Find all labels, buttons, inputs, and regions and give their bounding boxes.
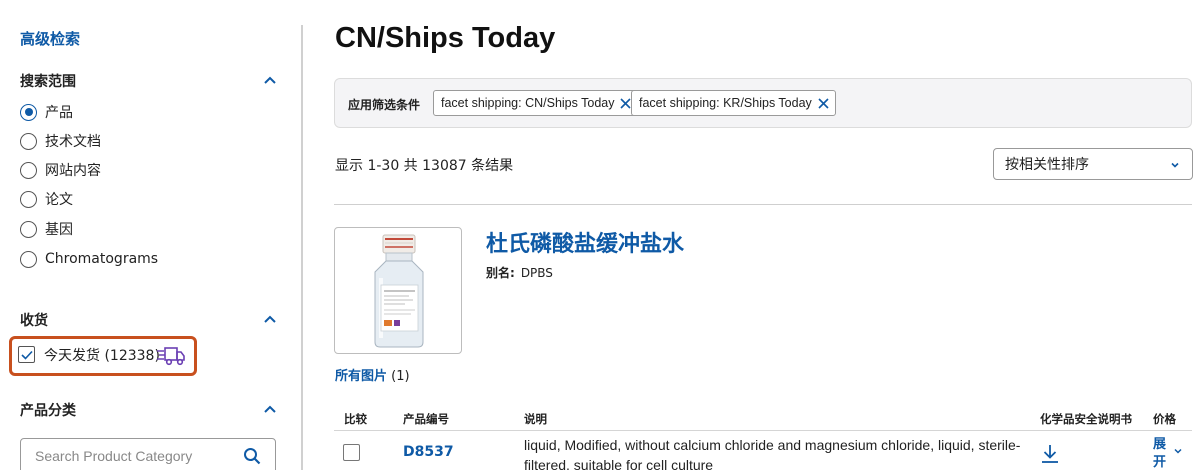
chevron-down-icon (1171, 162, 1179, 168)
product-image[interactable] (334, 227, 462, 354)
scope-option-label: 论文 (45, 192, 73, 208)
scope-option-technical-docs[interactable]: 技术文档 (20, 130, 101, 152)
ships-today-label[interactable]: 今天发货 (12338) (44, 345, 160, 365)
search-icon[interactable] (243, 447, 261, 465)
chevron-up-icon[interactable] (262, 72, 278, 88)
filter-chip: facet shipping: CN/Ships Today (433, 90, 639, 116)
all-images-count: (1) (391, 369, 410, 384)
filter-chip-label: facet shipping: CN/Ships Today (441, 96, 615, 110)
scope-option-label: 产品 (45, 105, 73, 121)
advanced-search-link[interactable]: 高级检索 (20, 28, 80, 49)
close-icon[interactable] (620, 97, 632, 109)
product-number-link[interactable]: D8537 (403, 444, 454, 460)
scope-option-label: Chromatograms (45, 251, 159, 267)
column-header-compare: 比较 (344, 412, 367, 426)
category-section-title: 产品分类 (20, 403, 76, 419)
results-divider (334, 204, 1192, 205)
product-description: liquid, Modified, without calcium chlori… (524, 437, 1021, 470)
scope-option-label: 基因 (45, 222, 73, 238)
chevron-up-icon[interactable] (262, 311, 278, 327)
delivery-truck-icon (157, 347, 185, 366)
scope-option-products[interactable]: 产品 (20, 101, 73, 123)
radio-button[interactable] (20, 103, 37, 121)
table-header-divider (334, 430, 1192, 431)
filter-chip-label: facet shipping: KR/Ships Today (639, 96, 812, 110)
column-header-sds: 化学品安全说明书 (1040, 412, 1132, 426)
product-title-link[interactable]: 杜氏磷酸盐缓冲盐水 (486, 226, 684, 258)
scope-option-papers[interactable]: 论文 (20, 188, 73, 210)
product-bottle-image (374, 234, 424, 348)
scope-option-label: 技术文档 (45, 134, 101, 150)
applied-filters-label: 应用筛选条件 (348, 98, 421, 112)
alias-label: 别名: (486, 266, 515, 280)
column-header-description: 说明 (524, 412, 547, 426)
ships-today-checkbox[interactable] (18, 346, 35, 363)
page-title: CN/Ships Today (335, 22, 556, 54)
radio-button[interactable] (20, 190, 37, 208)
scope-option-label: 网站内容 (45, 163, 101, 179)
radio-button[interactable] (20, 220, 37, 238)
compare-checkbox[interactable] (343, 444, 360, 461)
close-icon[interactable] (818, 97, 829, 109)
applied-filters-panel: 应用筛选条件 facet shipping: CN/Ships Today fa… (334, 78, 1192, 128)
expand-price-button[interactable]: 展开 (1153, 436, 1167, 470)
all-images-label[interactable]: 所有图片 (335, 369, 387, 384)
shipping-section-title: 收货 (20, 313, 48, 329)
sidebar: 高级检索 搜索范围 产品 技术文档 网站内容 论文 基因 Chromatogra… (0, 0, 300, 470)
filter-chip: facet shipping: KR/Ships Today (631, 90, 836, 116)
category-search-input[interactable] (35, 448, 235, 464)
category-search-box[interactable] (20, 438, 276, 470)
radio-button[interactable] (20, 250, 37, 268)
all-images-link[interactable]: 所有图片 (1) (335, 365, 410, 384)
product-alias: 别名: DPBS (486, 264, 553, 281)
alias-value: DPBS (520, 266, 553, 280)
radio-button[interactable] (20, 132, 37, 150)
sidebar-divider (301, 25, 303, 470)
column-header-product-number: 产品编号 (403, 412, 449, 426)
radio-button[interactable] (20, 161, 37, 179)
results-count: 显示 1-30 共 13087 条结果 (335, 158, 514, 174)
chevron-up-icon[interactable] (262, 401, 278, 417)
sort-dropdown[interactable]: 按相关性排序 (993, 148, 1193, 180)
check-icon (20, 350, 33, 360)
column-header-price: 价格 (1153, 412, 1176, 426)
chevron-down-icon[interactable] (1174, 447, 1182, 455)
download-icon[interactable] (1040, 443, 1060, 465)
scope-option-chromatograms[interactable]: Chromatograms (20, 248, 158, 270)
scope-option-site-content[interactable]: 网站内容 (20, 159, 101, 181)
scope-option-genes[interactable]: 基因 (20, 218, 73, 240)
sort-selected-value: 按相关性排序 (1005, 157, 1089, 173)
scope-section-title: 搜索范围 (20, 74, 76, 90)
